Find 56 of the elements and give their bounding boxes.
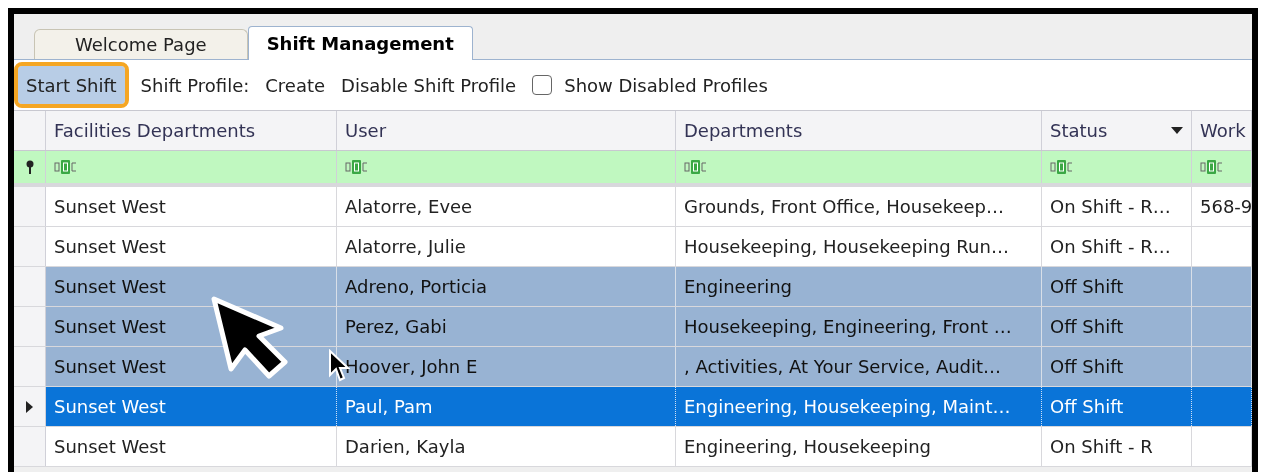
tab[interactable]: Welcome Page [34,29,248,59]
column-header[interactable]: Departments [676,111,1042,150]
column-header[interactable]: Work [1192,111,1252,150]
table-cell-text: Housekeeping, Engineering, Front … [684,315,1012,339]
table-cell-text: Alatorre, Evee [345,195,473,219]
dropdown-icon [1171,127,1183,134]
column-header[interactable]: User [337,111,676,150]
table-cell-text: 568-9 [1200,195,1251,219]
table-row[interactable]: Sunset West Perez, Gabi Housekeeping, Engineering, Front … Off Shift [14,307,1252,347]
table-cell-text: Engineering, Housekeeping, Maint… [684,395,1011,419]
row-indicator-icon [26,400,33,413]
text-filter-icon [345,160,369,174]
table-row[interactable]: Sunset West Adreno, Porticia Engineering Off Shift [14,267,1252,307]
table-cell-text: On Shift - R [1050,435,1153,459]
table-cell-text: Grounds, Front Office, Housekeep… [684,195,1005,219]
table-cell-text: , Activities, At Your Service, Audit… [684,355,1002,379]
checkbox-label: Show Disabled Profiles [564,73,768,98]
table-cell-text: Sunset West [54,195,166,219]
table-cell-text: On Shift - R… [1050,235,1171,259]
table-cell-text: Sunset West [54,395,166,419]
text-filter-icon [54,160,78,174]
table-row[interactable]: Sunset West Darien, Kayla Engineering, Housekeeping On Shift - R [14,427,1252,467]
table-row[interactable]: Sunset West Alatorre, Evee Grounds, Front Office, Housekeep… On Shift - R… 568-9 [14,187,1252,227]
table-row[interactable]: Sunset West Hoover, John E , Activities, At Your Service, Audit… Off Shift [14,347,1252,387]
text-filter-icon [1200,160,1224,174]
table-cell-text: Alatorre, Julie [345,235,466,259]
table-cell-text: Sunset West [54,435,166,459]
table-cell-text: Sunset West [54,275,166,299]
table-cell-text: Hoover, John E [345,355,478,379]
table-cell-text: Darien, Kayla [345,435,466,459]
table-cell-text: Off Shift [1050,355,1124,379]
table-cell-text: Sunset West [54,315,166,339]
table-cell-text: Sunset West [54,235,166,259]
column-header[interactable]: Status [1042,111,1192,150]
table-cell-text: On Shift - R… [1050,195,1171,219]
table-cell-text: Off Shift [1050,275,1124,299]
column-header[interactable]: Facilities Departments [46,111,337,150]
text-filter-icon [684,160,708,174]
create-button[interactable]: Create [265,71,326,99]
table-cell-text: Engineering [684,275,792,299]
table-cell-text: Paul, Pam [345,395,433,419]
table-cell-text: Adreno, Porticia [345,275,487,299]
tab[interactable]: Shift Management [247,26,473,60]
table-row[interactable]: Sunset West Paul, Pam Engineering, Housekeeping, Maint… Off Shift [14,387,1252,427]
table-cell-text: Perez, Gabi [345,315,447,339]
disable-profile-button[interactable]: Disable Shift Profile [341,71,517,99]
table-row[interactable]: Sunset West Alatorre, Julie Housekeeping, Housekeeping Run… On Shift - R… [14,227,1252,267]
table-cell-text: Off Shift [1050,395,1124,419]
table-cell-text: Off Shift [1050,315,1124,339]
shift-profile-label: Shift Profile: [140,73,250,98]
table-cell-text: Housekeeping, Housekeeping Run… [684,235,1009,259]
table-cell-text: Engineering, Housekeeping [684,435,932,459]
text-filter-icon [1050,160,1074,174]
pin-icon [24,160,35,174]
table-cell-text: Sunset West [54,355,166,379]
checkbox[interactable] [532,75,553,95]
